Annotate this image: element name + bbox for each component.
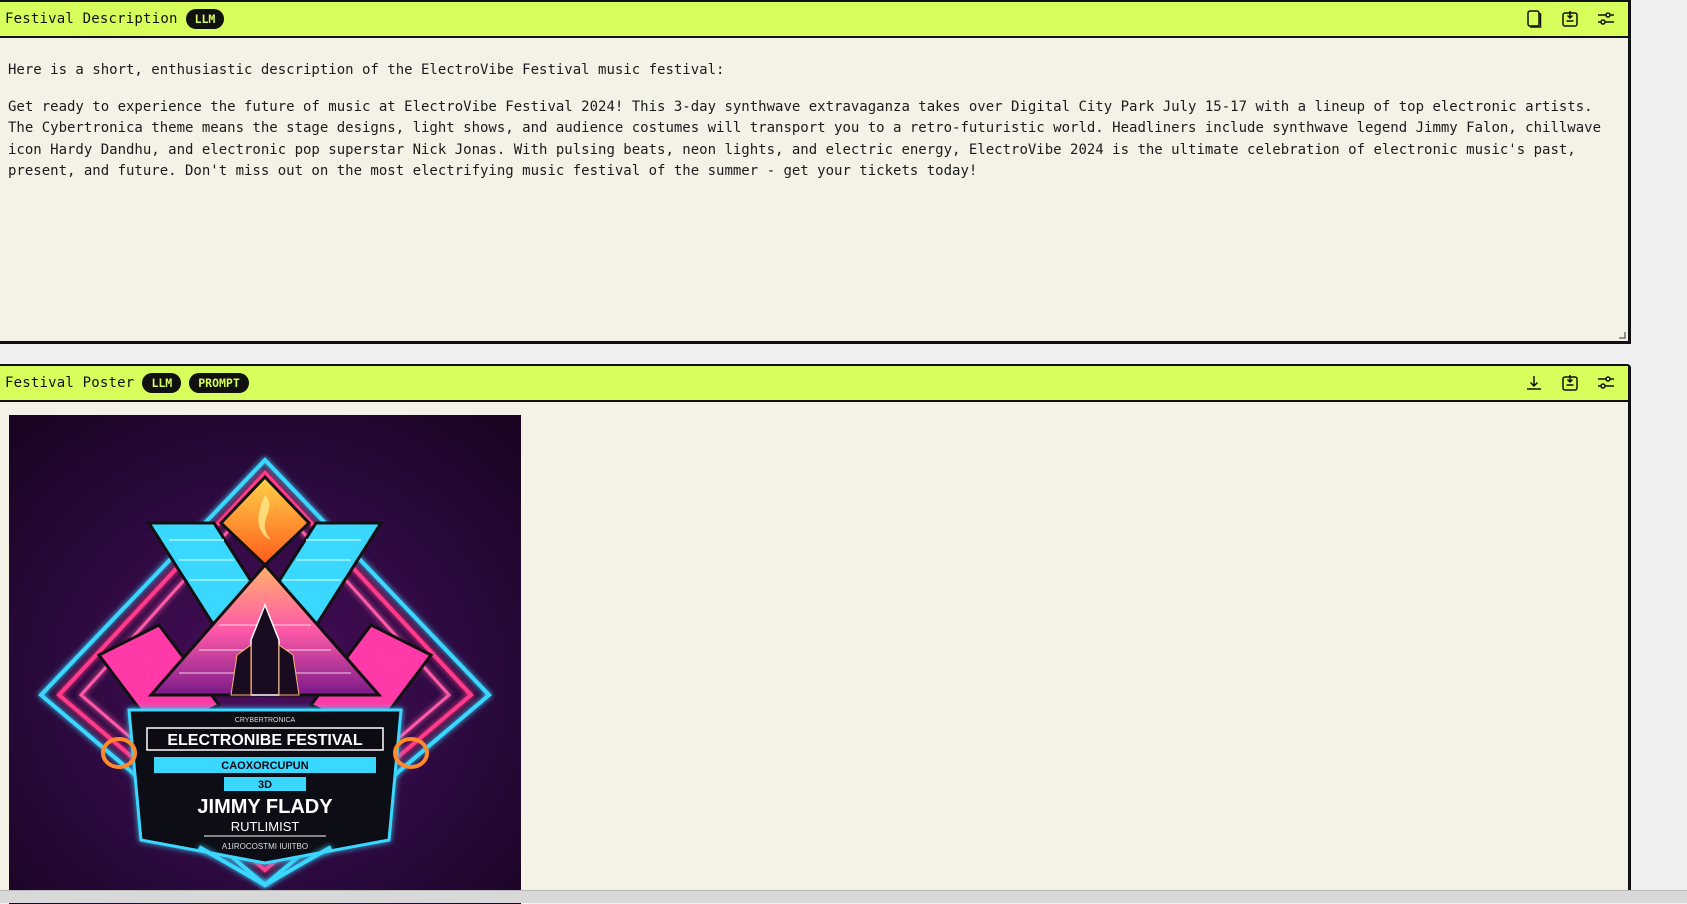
llm-badge: LLM xyxy=(185,9,225,29)
poster-artwork: CRYBERTRONICA ELECTRONIBE FESTIVAL CAOXO… xyxy=(9,415,521,904)
panel-title: Festival Description xyxy=(5,11,178,27)
festival-poster-image[interactable]: CRYBERTRONICA ELECTRONIBE FESTIVAL CAOXO… xyxy=(9,415,521,904)
export-icon[interactable] xyxy=(1558,371,1582,395)
panel-header: Festival Description LLM xyxy=(0,2,1628,38)
download-icon[interactable] xyxy=(1522,371,1546,395)
poster-line3-text: 3D xyxy=(258,779,272,791)
description-body-text: Get ready to experience the future of mu… xyxy=(8,98,1602,180)
prompt-badge: PROMPT xyxy=(189,373,249,393)
poster-line2-text: CAOXORCUPUN xyxy=(221,760,308,772)
poster-line6-text: A1IROCOSTMI IUIITBO xyxy=(222,842,308,851)
panel-title: Festival Poster xyxy=(5,375,135,391)
export-icon[interactable] xyxy=(1558,7,1582,31)
intro-text: Here is a short, enthusiastic descriptio… xyxy=(8,62,725,78)
panel-toolbar xyxy=(1522,366,1618,400)
festival-description-panel: Festival Description LLM Here is a short… xyxy=(0,0,1631,344)
poster-line5-text: RUTLIMIST xyxy=(231,819,300,834)
poster-top-small-text: CRYBERTRONICA xyxy=(235,717,296,724)
panel-toolbar xyxy=(1522,2,1618,36)
resize-handle-icon[interactable] xyxy=(1618,331,1626,339)
settings-sliders-icon[interactable] xyxy=(1594,7,1618,31)
copy-icon[interactable] xyxy=(1522,7,1546,31)
description-text: Here is a short, enthusiastic descriptio… xyxy=(0,38,1628,183)
poster-headline-text: ELECTRONIBE FESTIVAL xyxy=(167,732,362,749)
settings-sliders-icon[interactable] xyxy=(1594,371,1618,395)
festival-poster-panel: Festival Poster LLM PROMPT CRYBERTRONICA… xyxy=(0,364,1631,904)
llm-badge: LLM xyxy=(142,373,182,393)
panel-header: Festival Poster LLM PROMPT xyxy=(0,366,1628,402)
poster-line4-text: JIMMY FLADY xyxy=(197,796,333,818)
bottom-scroll-strip xyxy=(0,890,1687,903)
